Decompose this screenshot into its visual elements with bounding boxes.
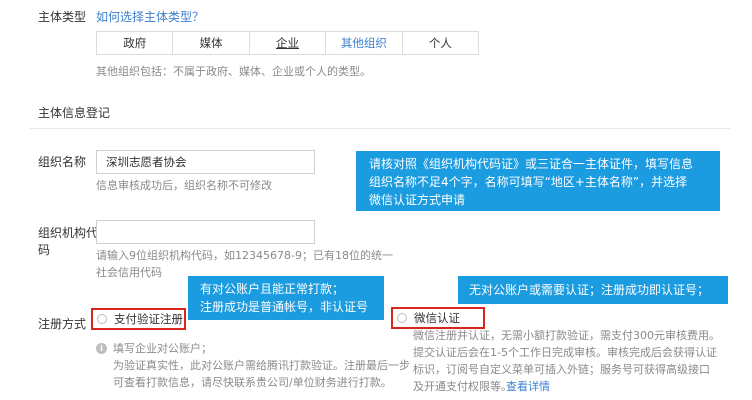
wechat-option-description: 微信注册并认证，无需小额打款验证，需支付300元审核费用。 提交认证后会在1-5个… [413, 329, 720, 393]
tab-other-organization[interactable]: 其他组织 [326, 32, 403, 54]
how-to-choose-link[interactable]: 如何选择主体类型？ [96, 8, 204, 25]
tab-enterprise[interactable]: 企业 [250, 32, 327, 54]
wechat-auth-callout: 无对公账户或需要认证；注册成功即认证号； [458, 276, 728, 304]
entity-type-label: 主体类型 [38, 10, 87, 24]
wechat-auth-option[interactable]: 微信认证 [391, 307, 485, 329]
page: 主体类型 如何选择主体类型？ 政府 媒体 企业 其他组织 个人 其他组织包括：不… [0, 0, 752, 400]
pay-verification-radio[interactable] [97, 314, 107, 324]
org-name-hint: 信息审核成功后，组织名称不可修改 [96, 179, 272, 192]
wechat-auth-radio[interactable] [397, 313, 407, 323]
info-icon: i [96, 343, 107, 354]
verify-info-callout: 请核对照《组织机构代码证》或三证合一主体证件，填写信息 组织名称不足4个字，名称… [356, 151, 720, 211]
pay-registration-callout: 有对公账户且能正常打款； 注册成功是普通帐号，非认证号 [188, 276, 384, 320]
org-code-label: 组织机构代码 [38, 226, 99, 257]
entity-type-tabs: 政府 媒体 企业 其他组织 个人 [96, 31, 479, 55]
tab-individual[interactable]: 个人 [403, 32, 478, 54]
registration-method-label: 注册方式 [38, 317, 87, 331]
org-name-label: 组织名称 [38, 155, 87, 169]
section-title: 主体信息登记 [38, 106, 111, 120]
org-name-input[interactable] [96, 150, 315, 174]
tab-media[interactable]: 媒体 [173, 32, 250, 54]
org-code-input[interactable] [96, 220, 315, 244]
section-divider [30, 128, 730, 129]
pay-option-description: 填写企业对公账户； 为验证真实性，此对公账户需给腾讯打款验证。注册最后一步 可查看打… [113, 342, 410, 389]
view-details-link[interactable]: 查看详情 [506, 378, 550, 394]
tab-government[interactable]: 政府 [97, 32, 174, 54]
entity-type-note: 其他组织包括：不属于政府、媒体、企业或个人的类型。 [96, 65, 371, 78]
pay-verification-option[interactable]: 支付验证注册 [91, 308, 186, 330]
